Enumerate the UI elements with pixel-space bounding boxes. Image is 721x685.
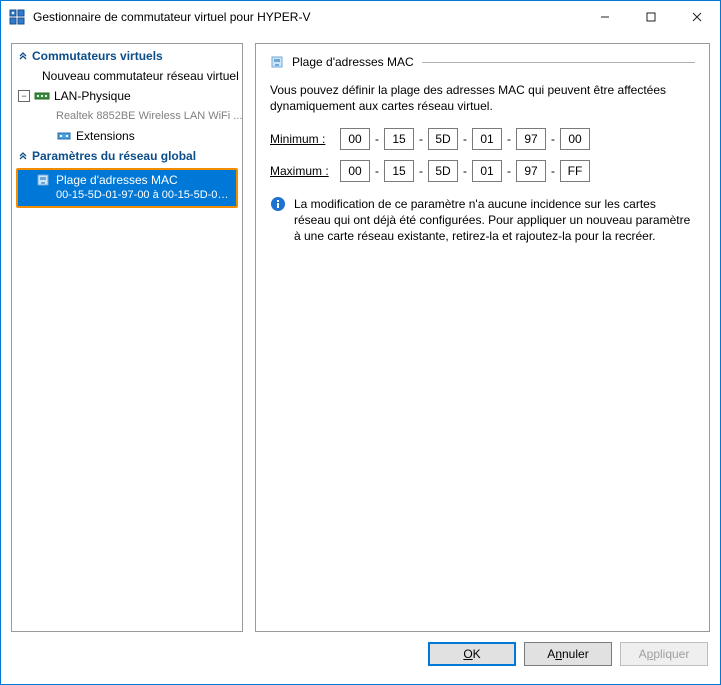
tree-item-label: Nouveau commutateur réseau virtuel <box>42 68 239 84</box>
tree-item-label: LAN-Physique <box>54 88 131 104</box>
ok-button[interactable]: OK <box>428 642 516 666</box>
window-body: Commutateurs virtuels Nouveau commutateu… <box>1 33 720 684</box>
tree-item-mac-range-highlight: Plage d'adresses MAC 00-15-5D-01-97-00 à… <box>16 168 238 208</box>
mac-max-4[interactable] <box>472 160 502 182</box>
tree-item-extensions[interactable]: Extensions <box>12 126 242 146</box>
nic-icon <box>270 54 286 70</box>
mac-min-5[interactable] <box>516 128 546 150</box>
max-label: Maximum : <box>270 164 340 178</box>
window-title: Gestionnaire de commutateur virtuel pour… <box>33 10 582 24</box>
mac-min-3[interactable] <box>428 128 458 150</box>
app-icon <box>9 9 25 25</box>
titlebar: Gestionnaire de commutateur virtuel pour… <box>1 1 720 33</box>
tree-collapse-icon[interactable]: − <box>18 90 30 102</box>
content-panel: Plage d'adresses MAC Vous pouvez définir… <box>255 43 710 632</box>
mac-max-3[interactable] <box>428 160 458 182</box>
dialog-footer: OK Annuler Appliquer <box>11 632 710 676</box>
description-text: Vous pouvez définir la plage des adresse… <box>270 82 695 114</box>
chevron-down-icon <box>18 49 28 63</box>
tree-section-global-settings[interactable]: Paramètres du réseau global <box>12 146 242 166</box>
mac-max-1[interactable] <box>340 160 370 182</box>
apply-button: Appliquer <box>620 642 708 666</box>
mac-min-6[interactable] <box>560 128 590 150</box>
maximize-button[interactable] <box>628 1 674 33</box>
mac-min-4[interactable] <box>472 128 502 150</box>
min-label: Minimum : <box>270 132 340 146</box>
mac-max-row: Maximum : - - - - - <box>270 160 695 182</box>
section-divider <box>422 62 695 63</box>
tree-item-label: Extensions <box>76 128 135 144</box>
info-text: La modification de ce paramètre n'a aucu… <box>294 196 695 244</box>
mac-max-2[interactable] <box>384 160 414 182</box>
info-icon <box>270 196 286 212</box>
tree-item-label: Plage d'adresses MAC <box>56 173 178 188</box>
tree-section-virtual-switches[interactable]: Commutateurs virtuels <box>12 46 242 66</box>
tree-item-mac-range[interactable]: Plage d'adresses MAC 00-15-5D-01-97-00 à… <box>18 170 236 206</box>
switch-icon <box>34 88 50 104</box>
panels: Commutateurs virtuels Nouveau commutateu… <box>11 43 710 632</box>
chevron-down-icon <box>18 149 28 163</box>
mac-max-inputs: - - - - - <box>340 160 590 182</box>
mac-min-2[interactable] <box>384 128 414 150</box>
mac-min-1[interactable] <box>340 128 370 150</box>
minimize-button[interactable] <box>582 1 628 33</box>
section-heading: Plage d'adresses MAC <box>292 55 414 69</box>
tree-item-new-switch[interactable]: Nouveau commutateur réseau virtuel <box>12 66 242 86</box>
tree-item-sublabel: Realtek 8852BE Wireless LAN WiFi ... <box>56 108 242 124</box>
tree-section-label: Commutateurs virtuels <box>32 49 163 63</box>
mac-max-6[interactable] <box>560 160 590 182</box>
tree-section-label: Paramètres du réseau global <box>32 149 196 163</box>
window-root: Gestionnaire de commutateur virtuel pour… <box>0 0 721 685</box>
tree-item-lan-physique[interactable]: − LAN-Physique <box>12 86 242 106</box>
mac-min-row: Minimum : - - - - - <box>270 128 695 150</box>
close-button[interactable] <box>674 1 720 33</box>
extensions-icon <box>56 128 72 144</box>
mac-max-5[interactable] <box>516 160 546 182</box>
section-heading-row: Plage d'adresses MAC <box>270 54 695 70</box>
tree-item-sublabel: 00-15-5D-01-97-00 à 00-15-5D-01... <box>36 188 232 203</box>
mac-min-inputs: - - - - - <box>340 128 590 150</box>
tree-item-lan-sub: Realtek 8852BE Wireless LAN WiFi ... <box>12 106 242 126</box>
tree-panel: Commutateurs virtuels Nouveau commutateu… <box>11 43 243 632</box>
info-row: La modification de ce paramètre n'a aucu… <box>270 196 695 244</box>
cancel-button[interactable]: Annuler <box>524 642 612 666</box>
nic-icon <box>36 172 52 188</box>
window-controls <box>582 1 720 33</box>
